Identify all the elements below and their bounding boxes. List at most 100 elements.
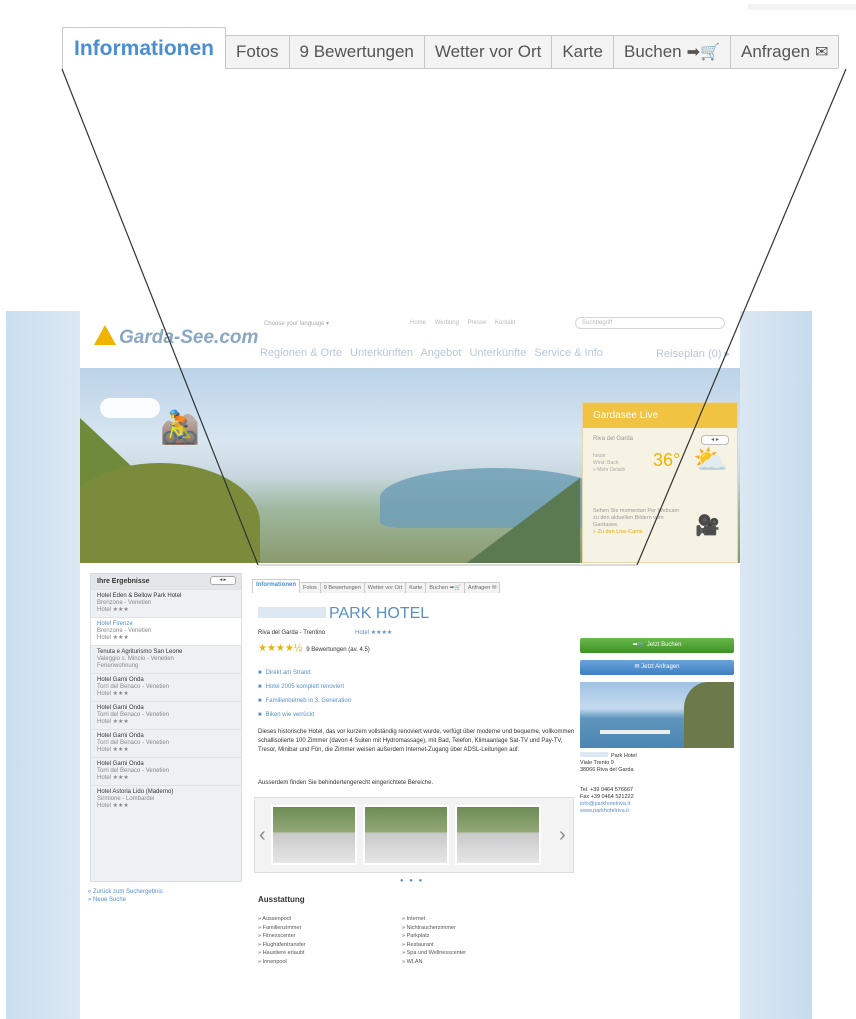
tab-buchen[interactable]: Buchen ➡🛒 [425, 582, 465, 593]
rating-stars-icon: ★★★★½ [258, 643, 303, 654]
top-link-presse[interactable]: Presse [468, 320, 487, 326]
corner-strip [748, 4, 856, 10]
result-loc: Sirmione - Lombardei [97, 796, 155, 802]
zoom-tab-buchen[interactable]: Buchen ➡🛒 [612, 35, 731, 68]
sun-cloud-icon: ⛅ [693, 444, 728, 475]
tab-fotos[interactable]: Fotos [299, 582, 321, 593]
amenities-col-2: » Internet » Nichtraucherzimmer » Parkpl… [402, 915, 466, 966]
gallery-thumbnail[interactable] [271, 805, 357, 865]
amenity-item: » Fitnesscenter [258, 933, 296, 939]
highlight-text: Direkt am Strand [265, 670, 311, 676]
page-content: Garda-See.com Choose your language ▾ Hom… [80, 311, 740, 1019]
language-selector[interactable]: Choose your language ▾ [264, 320, 329, 327]
nav-item[interactable]: Angebot [420, 347, 461, 359]
tab-karte[interactable]: Karte [405, 582, 427, 593]
result-item[interactable]: Hotel Astoria Lido (Maderno) Sirmione - L… [91, 785, 241, 813]
sidebar-title: Ihre Ergebnisse [97, 578, 150, 585]
phone: Tel. +39 0464 576667 [580, 787, 634, 793]
weather-widget: Gardasee Live Riva del Garda ◂ ▸ heute W… [582, 402, 738, 563]
result-loc: Brenzone - Venetien [97, 600, 152, 606]
gallery-next-icon[interactable]: › [559, 824, 566, 847]
hotel-photo[interactable] [580, 682, 734, 748]
gallery-thumbnail[interactable] [363, 805, 449, 865]
zoom-tab-wetter[interactable]: Wetter vor Ort [423, 35, 553, 68]
email-link[interactable]: info@parkhotelriva.it [580, 801, 634, 808]
tab-informationen[interactable]: Informationen [252, 579, 300, 593]
result-item[interactable]: Hotel Firenze Brenzone - Venetien Hotel ★★… [91, 617, 241, 645]
site-logo[interactable]: Garda-See.com [94, 325, 258, 349]
hotel-contact: Tel. +39 0464 576667 Fax +39 0464 521222… [580, 787, 634, 815]
top-link-home[interactable]: Home [410, 320, 426, 326]
nav-item[interactable]: Unterkünften [350, 347, 413, 359]
search-input[interactable]: Suchbegriff [575, 317, 725, 329]
blurred-name [258, 607, 326, 618]
result-item[interactable]: Hotel Eden & Bellow Park Hotel Brenzone -… [91, 589, 241, 617]
top-link-kontakt[interactable]: Kontakt [495, 320, 515, 326]
nav-item[interactable]: Regionen & Orte [260, 347, 342, 359]
result-item[interactable]: Hotel Garni Onda Torri del Benaco - Venet… [91, 701, 241, 729]
gallery-pager[interactable]: ● ● ● [400, 878, 424, 884]
sidebar-arrows[interactable]: ◂ ▸ [210, 576, 236, 585]
result-loc: Torri del Benaco - Venetien [97, 684, 170, 690]
zoom-tab-fotos[interactable]: Fotos [225, 35, 290, 68]
highlights-list: ■ Direkt am Strand ■ Hotel 2005 komplett r… [258, 666, 351, 722]
rating-text[interactable]: 9 Bewertungen (av. 4.5) [306, 647, 370, 653]
result-name: Hotel Garni Onda [97, 705, 144, 711]
page-background-left [6, 311, 80, 1019]
web-link[interactable]: www.parkhotelriva.it [580, 808, 634, 815]
result-item[interactable]: Hotel Garni Onda Torri del Benaco - Venet… [91, 673, 241, 701]
mountain [460, 478, 580, 563]
hotel-description: Dieses historische Hotel, das vor kurzem… [258, 729, 575, 753]
zoom-tab-anfragen[interactable]: Anfragen ✉ [729, 35, 840, 68]
new-search-link[interactable]: » Neue Suche [88, 896, 163, 904]
tab-label: Fotos [236, 42, 279, 61]
photo-gallery: ‹ › [254, 797, 574, 873]
zoom-tab-bewertungen[interactable]: 9 Bewertungen [288, 35, 425, 68]
tab-bewertungen[interactable]: 9 Bewertungen [319, 582, 365, 593]
zoom-tab-informationen[interactable]: Informationen [62, 27, 226, 69]
top-link-werbung[interactable]: Werbung [435, 320, 459, 326]
cyclist-icon: 🚵 [160, 409, 200, 445]
hotel-title: PARK HOTEL [258, 605, 429, 623]
sidebar-links: « Zurück zum Suchergebnis » Neue Suche [88, 888, 163, 904]
amenities-col-1: » Aussenpool » Familienzimmer » Fitnessc… [258, 915, 306, 966]
tab-label: Buchen [623, 42, 682, 61]
main-nav: Regionen & Orte Unterkünften Angebot Unt… [260, 347, 608, 359]
result-item[interactable]: Tenuta e Agriturismo San Leone Valeggio s… [91, 645, 241, 673]
result-stars: Hotel ★★★ [97, 747, 129, 753]
amenity-item: » Restaurant [402, 941, 434, 948]
inquire-now-button[interactable]: ✉ Jetzt Anfragen [580, 660, 734, 675]
tab-wetter[interactable]: Wetter vor Ort [363, 582, 407, 593]
book-now-button[interactable]: ➡🛒 Jetzt Buchen [580, 638, 734, 653]
address-name: Park Hotel [580, 752, 637, 760]
zoom-tab-karte[interactable]: Karte [551, 35, 614, 68]
amenities-title: Ausstattung [258, 895, 305, 904]
tab-label: Karte [562, 42, 603, 61]
highlight-text: Biken wie verrückt [265, 712, 315, 718]
result-stars: Hotel ★★★ [97, 803, 129, 809]
sidebar-header: Ihre Ergebnisse ◂ ▸ [91, 574, 241, 589]
nav-item[interactable]: Unterkünfte [469, 347, 526, 359]
back-link[interactable]: « Zurück zum Suchergebnis [88, 888, 163, 896]
results-list: Hotel Eden & Bellow Park Hotel Brenzone -… [91, 589, 241, 813]
cliff [684, 682, 734, 748]
result-item[interactable]: Hotel Garni Onda Torri del Benaco - Venet… [91, 729, 241, 757]
highlight-item: ■ Direkt am Strand [258, 666, 351, 680]
fax: Fax +39 0464 521222 [580, 794, 634, 800]
tab-anfragen[interactable]: Anfragen ✉ [464, 582, 501, 593]
gallery-prev-icon[interactable]: ‹ [259, 824, 266, 847]
webcam-link[interactable]: » Zu den Live-Cams [593, 529, 643, 535]
logo-icon [94, 325, 116, 345]
amenity-item: » Innenpool [258, 958, 287, 965]
result-item[interactable]: Hotel Garni Onda Torri del Benaco - Venet… [91, 757, 241, 785]
page-background-right [738, 311, 812, 1019]
top-links: Home Werbung Presse Kontakt [410, 320, 522, 326]
nav-item[interactable]: Service & Info [534, 347, 602, 359]
amenity-item: » Familienzimmer [258, 924, 302, 931]
result-stars: Hotel ★★★ [97, 691, 129, 697]
gallery-thumbnail[interactable] [455, 805, 541, 865]
cloud [100, 398, 160, 418]
weather-details[interactable]: heute Wind: Bach » Mehr Details [593, 453, 625, 474]
reiseplan-link[interactable]: Reiseplan (0) ▸ [656, 347, 730, 360]
result-name: Hotel Garni Onda [97, 733, 144, 739]
